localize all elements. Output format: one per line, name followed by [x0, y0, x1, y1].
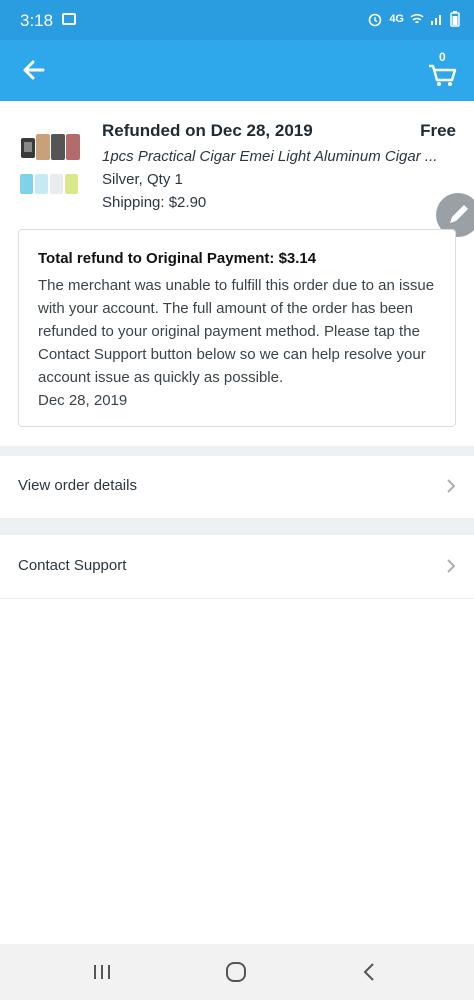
- cart-button[interactable]: 0: [426, 50, 460, 88]
- status-time: 3:18: [20, 11, 54, 30]
- order-status-title: Refunded on Dec 28, 2019: [102, 121, 313, 140]
- refund-message-block: The merchant was unable to fulfill this …: [38, 274, 443, 412]
- status-icons: 4G: [367, 11, 460, 27]
- chevron-right-icon: [447, 479, 456, 493]
- view-order-details-row[interactable]: View order details: [0, 456, 474, 519]
- battery-icon: [450, 11, 460, 27]
- contact-support-row[interactable]: Contact Support: [0, 536, 474, 599]
- back-nav-icon[interactable]: [356, 958, 384, 986]
- order-price: Free: [420, 121, 456, 140]
- cart-count: 0: [439, 50, 446, 64]
- home-icon[interactable]: [222, 958, 250, 986]
- back-arrow-icon[interactable]: [18, 54, 50, 86]
- product-image[interactable]: [18, 132, 84, 198]
- product-name[interactable]: 1pcs Practical Cigar Emei Light Aluminum…: [102, 148, 454, 165]
- app-bar: 0: [0, 40, 474, 101]
- wifi-icon: [410, 13, 424, 24]
- recent-apps-icon[interactable]: [88, 958, 116, 986]
- section-divider: [0, 446, 474, 456]
- system-nav-bar: [0, 944, 474, 1000]
- gallery-icon: [62, 13, 76, 25]
- contact-support-label: Contact Support: [18, 557, 127, 574]
- section-divider: [0, 519, 474, 535]
- network-label: 4G: [389, 13, 404, 25]
- refund-title: Total refund to Original Payment: $3.14: [38, 250, 317, 267]
- view-order-details-label: View order details: [18, 477, 137, 494]
- chevron-right-icon: [447, 559, 456, 573]
- order-summary: Refunded on Dec 28, 2019 Free 1pcs Pract…: [0, 101, 474, 219]
- refund-date: Dec 28, 2019: [38, 392, 128, 409]
- refund-message: The merchant was unable to fulfill this …: [38, 277, 435, 386]
- shipping-cost: Shipping: $2.90: [102, 194, 207, 211]
- signal-icon: [431, 15, 441, 25]
- alarm-icon: [369, 13, 382, 27]
- status-bar: 3:18 4G: [0, 0, 474, 40]
- refund-info-box: Total refund to Original Payment: $3.14 …: [18, 229, 456, 427]
- product-variant: Silver, Qty 1: [102, 171, 183, 188]
